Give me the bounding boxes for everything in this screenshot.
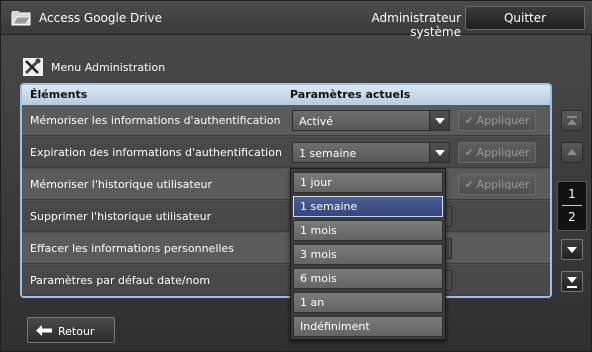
menu-title: Menu Administration: [51, 61, 166, 74]
app-title: Access Google Drive: [39, 11, 163, 25]
dropdown-option[interactable]: Indéfiniment: [293, 316, 443, 337]
column-header-items: Éléments: [30, 88, 88, 101]
setting-select[interactable]: Activé: [292, 110, 450, 131]
row-label: Mémoriser l'historique utilisateur: [30, 178, 212, 191]
table-row[interactable]: Mémoriser l'historique utilisateur ✔ Appl…: [22, 169, 550, 200]
apply-label: Appliquer: [476, 178, 530, 191]
apply-label: Appliquer: [476, 114, 530, 127]
table-row[interactable]: Supprimer l'historique utilisateur: [22, 201, 550, 232]
table-row[interactable]: Effacer les informations personnelles: [22, 233, 550, 264]
dropdown-option-selected[interactable]: 1 semaine: [293, 196, 443, 217]
row-label: Mémoriser les informations d'authentific…: [30, 114, 281, 127]
total-pages: 2: [568, 210, 576, 224]
table-row[interactable]: Expiration des informations d'authentifi…: [22, 137, 550, 168]
dropdown-option[interactable]: 1 an: [293, 292, 443, 313]
row-label: Supprimer l'historique utilisateur: [30, 210, 212, 223]
dropdown-option[interactable]: 3 mois: [293, 244, 443, 265]
row-label: Expiration des informations d'authentifi…: [30, 146, 282, 159]
scroll-up-icon[interactable]: [561, 142, 583, 163]
page-indicator: 1 2: [557, 181, 587, 231]
table-header: Éléments Paramètres actuels: [22, 85, 550, 105]
chevron-down-icon[interactable]: [429, 111, 449, 130]
back-button[interactable]: Retour: [27, 317, 115, 343]
column-header-current-settings: Paramètres actuels: [290, 88, 411, 101]
admin-user-label: Administrateur système: [371, 11, 461, 39]
folder-app-icon: [11, 11, 31, 26]
settings-table: Éléments Paramètres actuels Mémoriser le…: [20, 83, 552, 298]
quit-button[interactable]: Quitter: [465, 6, 585, 30]
apply-button[interactable]: ✔ Appliquer: [458, 110, 536, 131]
chevron-down-icon[interactable]: [429, 143, 449, 162]
setting-select[interactable]: 1 semaine: [292, 142, 450, 163]
main-window: Access Google Drive Administrateur systè…: [0, 0, 592, 352]
dropdown-option[interactable]: 6 mois: [293, 268, 443, 289]
apply-button[interactable]: ✔ Appliquer: [458, 142, 536, 163]
table-row[interactable]: Mémoriser les informations d'authentific…: [22, 105, 550, 136]
current-page: 1: [568, 187, 576, 201]
apply-button[interactable]: ✔ Appliquer: [458, 174, 536, 195]
page-divider: [562, 205, 582, 206]
select-value: Activé: [299, 115, 334, 128]
scroll-top-icon[interactable]: [561, 110, 583, 131]
scroll-down-icon[interactable]: [561, 239, 583, 260]
expiration-dropdown-list: 1 jour 1 semaine 1 mois 3 mois 6 mois 1 …: [290, 168, 446, 340]
checkmark-icon: ✔: [464, 114, 474, 127]
select-value: 1 semaine: [299, 147, 357, 160]
dropdown-option[interactable]: 1 mois: [293, 220, 443, 241]
row-label: Paramètres par défaut date/nom: [30, 274, 211, 287]
scroll-bottom-icon[interactable]: [561, 271, 583, 292]
checkmark-icon: ✔: [464, 178, 474, 191]
tools-icon: [23, 58, 43, 76]
top-bar: Access Google Drive Administrateur systè…: [1, 1, 592, 39]
apply-label: Appliquer: [476, 146, 530, 159]
table-row[interactable]: Paramètres par défaut date/nom: [22, 265, 550, 296]
dropdown-option[interactable]: 1 jour: [293, 172, 443, 193]
arrow-left-icon: [36, 325, 52, 336]
checkmark-icon: ✔: [464, 146, 474, 159]
back-label: Retour: [58, 325, 95, 338]
row-label: Effacer les informations personnelles: [30, 242, 234, 255]
